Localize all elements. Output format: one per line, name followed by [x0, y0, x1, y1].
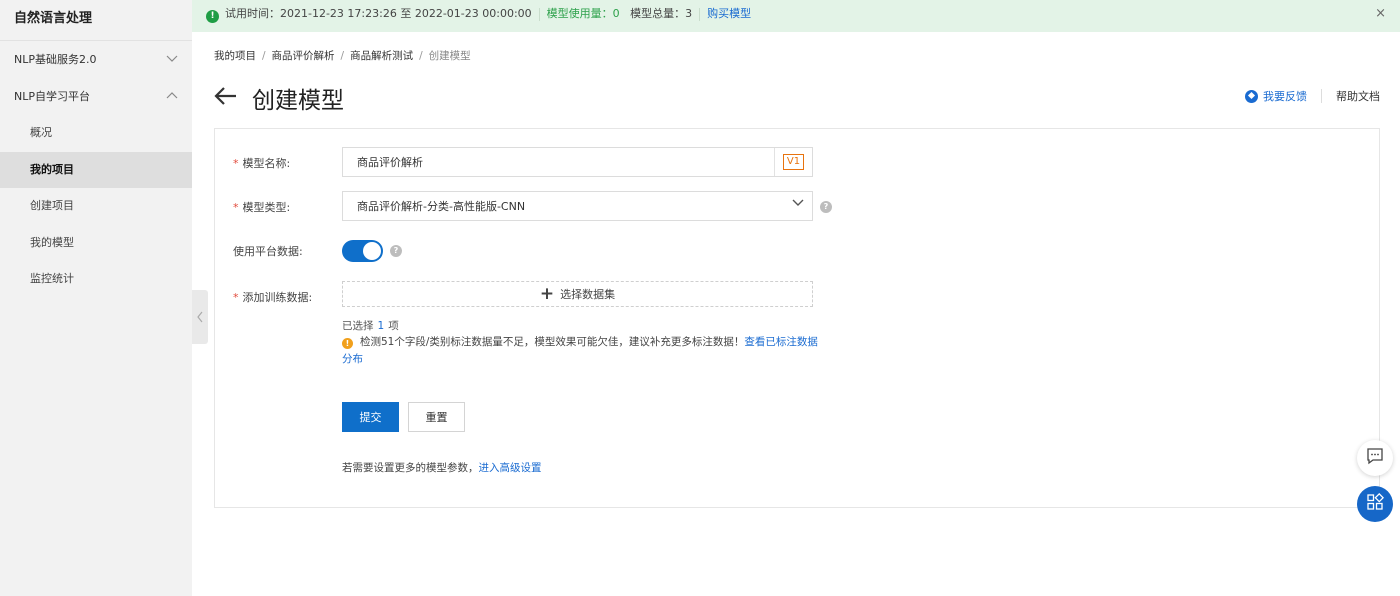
select-dataset-label: 选择数据集 [560, 288, 616, 301]
plus-icon: + [539, 283, 555, 304]
model-type-value: 商品评价解析-分类-高性能版-CNN [357, 200, 526, 213]
divider [699, 7, 701, 21]
breadcrumb-current: 创建模型 [428, 50, 471, 62]
sidebar: 自然语言处理 NLP基础服务2.0 NLP自学习平台 概况 我的项目 创建项目 … [0, 0, 192, 596]
sidebar-group-nlp-self-learning[interactable]: NLP自学习平台 [0, 78, 192, 115]
advanced-settings-hint: 若需要设置更多的模型参数，进入高级设置 [342, 462, 542, 474]
model-name-label: * 模型名称: [233, 157, 291, 170]
help-question-icon[interactable]: ? [390, 245, 402, 257]
platform-data-label: 使用平台数据: [233, 245, 303, 258]
breadcrumb: 我的项目 / 商品评价解析 / 商品解析测试 / 创建模型 [214, 50, 471, 62]
reset-button[interactable]: 重置 [408, 402, 465, 432]
apps-grid-icon [1366, 492, 1385, 515]
sidebar-title: 自然语言处理 [0, 0, 192, 41]
model-usage: 模型使用量：0 [546, 7, 620, 20]
buy-model-link[interactable]: 购买模型 [707, 7, 751, 20]
app: 自然语言处理 NLP基础服务2.0 NLP自学习平台 概况 我的项目 创建项目 … [0, 0, 1400, 596]
breadcrumb-item[interactable]: 商品解析测试 [350, 50, 413, 62]
sidebar-item-create-project[interactable]: 创建项目 [0, 188, 192, 225]
model-total: 模型总量：3 [630, 7, 693, 20]
chevron-down-icon [792, 197, 804, 209]
breadcrumb-item[interactable]: 我的项目 [214, 50, 256, 62]
warning-text: 检测51个字段/类别标注数据量不足，模型效果可能欠佳，建议补充更多标注数据！ [360, 336, 745, 348]
breadcrumb-item[interactable]: 商品评价解析 [272, 50, 335, 62]
select-dataset-button[interactable]: + 选择数据集 [342, 281, 813, 307]
chat-button[interactable] [1357, 440, 1393, 476]
trial-period: 试用时间：2021-12-23 17:23:26 至 2022-01-23 00… [225, 7, 532, 20]
help-docs-link[interactable]: 帮助文档 [1336, 88, 1380, 104]
page-header: 创建模型 [214, 80, 344, 116]
warning-icon: ! [342, 338, 353, 349]
model-type-select[interactable]: 商品评价解析-分类-高性能版-CNN [342, 191, 813, 221]
help-question-icon[interactable]: ? [820, 201, 832, 213]
page-title: 创建模型 [252, 88, 344, 114]
advanced-settings-link[interactable]: 进入高级设置 [479, 462, 542, 474]
header-links: 我要反馈 帮助文档 [1245, 88, 1380, 104]
sidebar-item-my-models[interactable]: 我的模型 [0, 225, 192, 262]
trial-banner: ! 试用时间：2021-12-23 17:23:26 至 2022-01-23 0… [192, 0, 1400, 32]
toggle-knob [363, 242, 381, 260]
model-type-label: * 模型类型: [233, 201, 291, 214]
sidebar-group-label: NLP基础服务2.0 [14, 53, 97, 66]
chevron-up-icon [166, 78, 178, 130]
model-name-field[interactable]: 商品评价解析 V1 [342, 147, 813, 177]
submit-button[interactable]: 提交 [342, 402, 399, 432]
selected-count: 已选择 1 项 [342, 320, 399, 332]
sidebar-item-monitoring[interactable]: 监控统计 [0, 261, 192, 298]
sidebar-item-overview[interactable]: 概况 [0, 115, 192, 152]
version-suffix: V1 [774, 148, 812, 176]
training-data-label: * 添加训练数据: [233, 291, 313, 304]
feedback-link[interactable]: 我要反馈 [1245, 88, 1307, 104]
divider [538, 7, 540, 21]
divider [1321, 89, 1322, 103]
sidebar-item-my-projects[interactable]: 我的项目 [0, 151, 192, 188]
sidebar-group-nlp-basic[interactable]: NLP基础服务2.0 [0, 41, 192, 78]
sidebar-group-label: NLP自学习平台 [14, 90, 90, 103]
chat-icon [1366, 447, 1384, 469]
model-name-value: 商品评价解析 [357, 156, 423, 169]
feedback-label: 我要反馈 [1263, 90, 1307, 103]
back-arrow-icon[interactable] [214, 86, 238, 110]
data-warning: ! 检测51个字段/类别标注数据量不足，模型效果可能欠佳，建议补充更多标注数据！查… [342, 334, 822, 368]
sidebar-collapse-handle[interactable] [192, 290, 208, 344]
create-model-form: * 模型名称: 商品评价解析 V1 * 模型类型: 商品评价解析-分类-高性能版-C… [214, 128, 1380, 508]
apps-button[interactable] [1357, 486, 1393, 522]
close-icon[interactable]: × [1375, 0, 1386, 28]
version-tag: V1 [782, 154, 805, 170]
success-check-icon: ! [206, 10, 219, 23]
feedback-icon [1245, 89, 1258, 103]
platform-data-toggle[interactable] [342, 240, 383, 262]
